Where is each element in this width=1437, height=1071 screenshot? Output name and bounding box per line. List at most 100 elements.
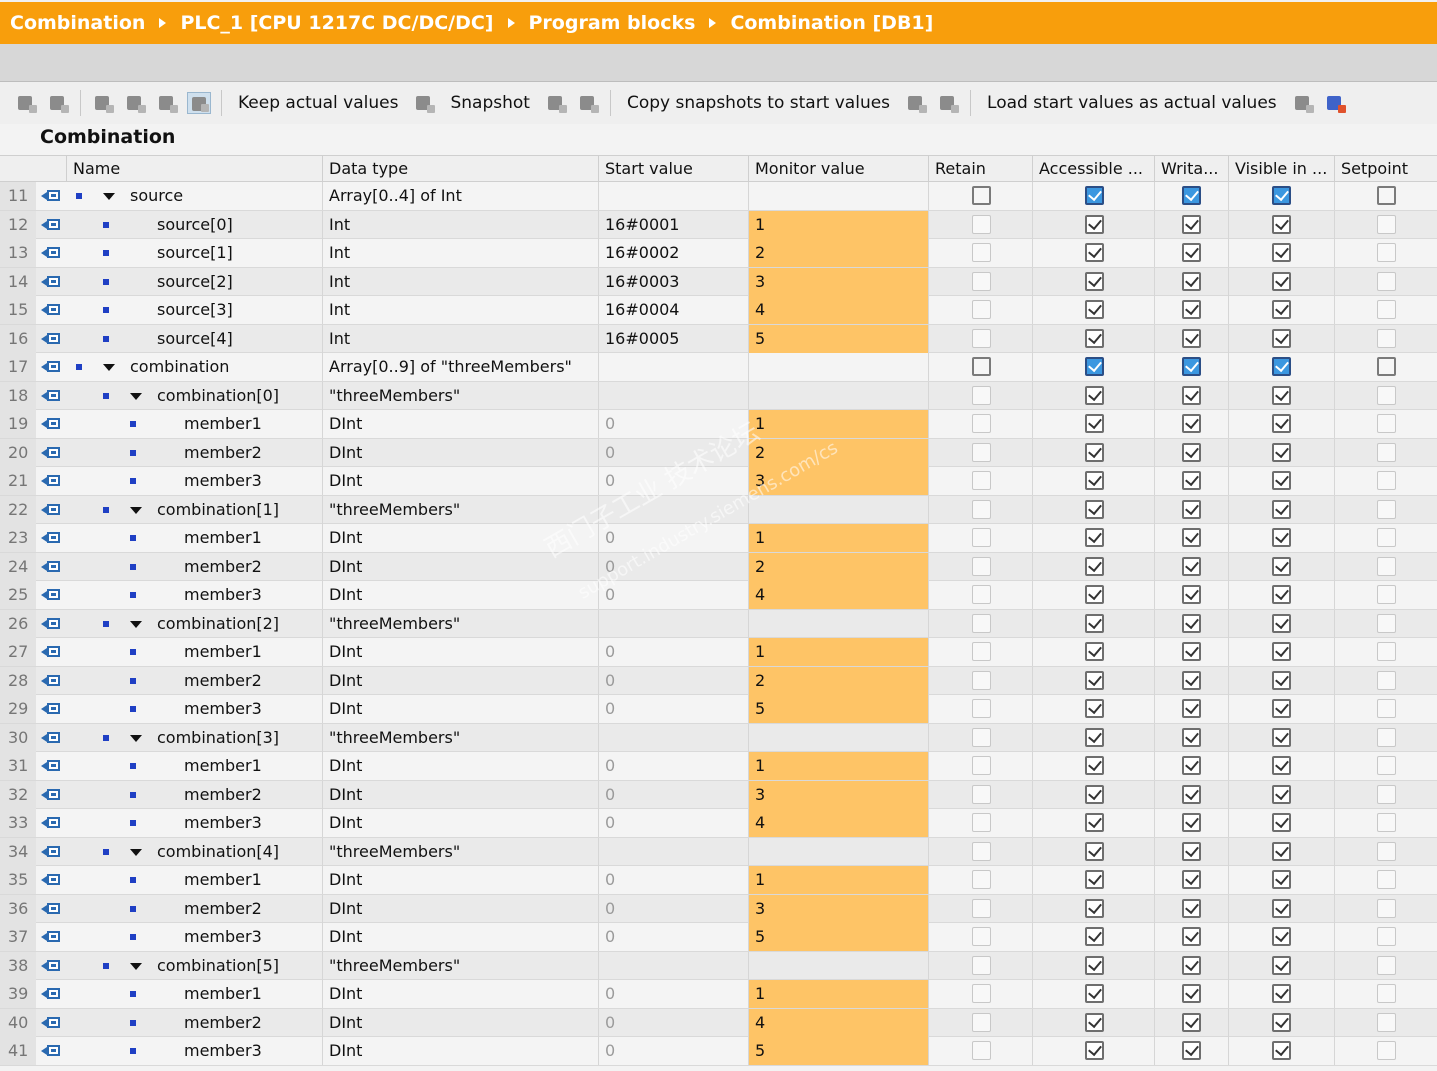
- accessible-checkbox[interactable]: [1085, 927, 1104, 946]
- visible-checkbox[interactable]: [1272, 442, 1291, 462]
- start-value-cell[interactable]: [598, 951, 748, 980]
- start-value-cell[interactable]: 0: [598, 581, 748, 609]
- data-type-cell[interactable]: Int: [322, 267, 598, 296]
- name-cell[interactable]: member3: [66, 695, 322, 723]
- data-type-cell[interactable]: DInt: [322, 1037, 598, 1065]
- retain-checkbox[interactable]: [972, 756, 991, 775]
- load-start-values-button[interactable]: Load start values as actual values: [987, 93, 1277, 113]
- accessible-checkbox[interactable]: [1085, 385, 1104, 405]
- visible-checkbox[interactable]: [1272, 471, 1291, 490]
- data-type-cell[interactable]: Int: [322, 210, 598, 239]
- retain-checkbox[interactable]: [972, 499, 991, 519]
- header-data-type[interactable]: Data type: [322, 156, 598, 182]
- name-cell[interactable]: source[4]: [66, 325, 322, 353]
- retain-checkbox[interactable]: [972, 186, 991, 205]
- name-cell[interactable]: combination: [66, 353, 322, 381]
- table-row[interactable]: 30 combination[3] "threeMembers": [0, 723, 1437, 752]
- table-row[interactable]: 11 source Array[0..4] of Int: [0, 182, 1437, 211]
- breadcrumb-item-db[interactable]: Combination [DB1]: [730, 12, 933, 34]
- name-cell[interactable]: combination[2]: [66, 610, 322, 638]
- name-cell[interactable]: member2: [66, 895, 322, 923]
- data-type-cell[interactable]: DInt: [322, 524, 598, 552]
- accessible-checkbox[interactable]: [1085, 870, 1104, 889]
- setpoint-checkbox[interactable]: [1377, 556, 1396, 576]
- accessible-checkbox[interactable]: [1085, 556, 1104, 576]
- retain-checkbox[interactable]: [972, 214, 991, 234]
- data-type-cell[interactable]: DInt: [322, 581, 598, 609]
- table-row[interactable]: 32 member2 DInt 0 3: [0, 780, 1437, 809]
- setpoint-checkbox[interactable]: [1377, 186, 1396, 205]
- keep-actual-values-button[interactable]: Keep actual values: [238, 93, 398, 113]
- writable-checkbox[interactable]: [1182, 471, 1201, 490]
- visible-checkbox[interactable]: [1272, 784, 1291, 804]
- setpoint-checkbox[interactable]: [1377, 442, 1396, 462]
- writable-checkbox[interactable]: [1182, 556, 1201, 576]
- data-type-cell[interactable]: "threeMembers": [322, 951, 598, 980]
- start-value-cell[interactable]: [598, 381, 748, 410]
- retain-checkbox[interactable]: [972, 898, 991, 918]
- header-monitor-value[interactable]: Monitor value: [748, 156, 928, 182]
- accessible-checkbox[interactable]: [1085, 1041, 1104, 1060]
- visible-checkbox[interactable]: [1272, 813, 1291, 832]
- writable-checkbox[interactable]: [1182, 1041, 1201, 1060]
- visible-checkbox[interactable]: [1272, 1012, 1291, 1032]
- writable-checkbox[interactable]: [1182, 328, 1201, 348]
- writable-checkbox[interactable]: [1182, 585, 1201, 604]
- table-row[interactable]: 23 member1 DInt 0 1: [0, 524, 1437, 553]
- retain-checkbox[interactable]: [972, 927, 991, 946]
- accessible-checkbox[interactable]: [1085, 984, 1104, 1003]
- data-type-cell[interactable]: DInt: [322, 780, 598, 809]
- visible-checkbox[interactable]: [1272, 642, 1291, 661]
- setpoint-checkbox[interactable]: [1377, 870, 1396, 889]
- accessible-checkbox[interactable]: [1085, 813, 1104, 832]
- writable-checkbox[interactable]: [1182, 642, 1201, 661]
- accessible-checkbox[interactable]: [1085, 357, 1104, 376]
- visible-checkbox[interactable]: [1272, 328, 1291, 348]
- retain-checkbox[interactable]: [972, 243, 991, 262]
- table-row[interactable]: 40 member2 DInt 0 4: [0, 1008, 1437, 1037]
- start-value-cell[interactable]: [598, 837, 748, 866]
- setpoint-checkbox[interactable]: [1377, 585, 1396, 604]
- table-row[interactable]: 41 member3 DInt 0 5: [0, 1037, 1437, 1066]
- accessible-checkbox[interactable]: [1085, 699, 1104, 718]
- table-row[interactable]: 28 member2 DInt 0 2: [0, 666, 1437, 695]
- start-value-cell[interactable]: 0: [598, 809, 748, 837]
- start-value-cell[interactable]: 0: [598, 780, 748, 809]
- data-type-cell[interactable]: DInt: [322, 638, 598, 666]
- data-type-cell[interactable]: "threeMembers": [322, 837, 598, 866]
- name-cell[interactable]: member1: [66, 524, 322, 552]
- table-row[interactable]: 39 member1 DInt 0 1: [0, 980, 1437, 1009]
- retain-checkbox[interactable]: [972, 642, 991, 661]
- accessible-checkbox[interactable]: [1085, 670, 1104, 690]
- retain-checkbox[interactable]: [972, 471, 991, 490]
- name-cell[interactable]: member1: [66, 866, 322, 894]
- retain-checkbox[interactable]: [972, 670, 991, 690]
- accessible-checkbox[interactable]: [1085, 727, 1104, 747]
- writable-checkbox[interactable]: [1182, 1012, 1201, 1032]
- start-value-cell[interactable]: 0: [598, 752, 748, 780]
- collapse-triangle-icon[interactable]: [130, 620, 142, 628]
- start-value-cell[interactable]: [598, 495, 748, 524]
- collapse-triangle-icon[interactable]: [103, 364, 115, 371]
- visible-checkbox[interactable]: [1272, 271, 1291, 291]
- retain-checkbox[interactable]: [972, 556, 991, 576]
- load-icon[interactable]: [1291, 92, 1315, 114]
- table-row[interactable]: 27 member1 DInt 0 1: [0, 638, 1437, 667]
- copy-icon[interactable]: [904, 92, 928, 114]
- visible-checkbox[interactable]: [1272, 243, 1291, 262]
- data-type-cell[interactable]: "threeMembers": [322, 381, 598, 410]
- retain-checkbox[interactable]: [972, 528, 991, 547]
- data-type-cell[interactable]: DInt: [322, 894, 598, 923]
- writable-checkbox[interactable]: [1182, 613, 1201, 633]
- name-cell[interactable]: member2: [66, 781, 322, 809]
- collapse-triangle-icon[interactable]: [103, 193, 115, 200]
- retain-checkbox[interactable]: [972, 300, 991, 319]
- writable-checkbox[interactable]: [1182, 784, 1201, 804]
- writable-checkbox[interactable]: [1182, 670, 1201, 690]
- visible-checkbox[interactable]: [1272, 300, 1291, 319]
- start-value-cell[interactable]: 0: [598, 410, 748, 438]
- setpoint-checkbox[interactable]: [1377, 385, 1396, 405]
- copy-snapshots-button[interactable]: Copy snapshots to start values: [627, 93, 890, 113]
- start-value-cell[interactable]: 16#0003: [598, 267, 748, 296]
- data-type-cell[interactable]: "threeMembers": [322, 609, 598, 638]
